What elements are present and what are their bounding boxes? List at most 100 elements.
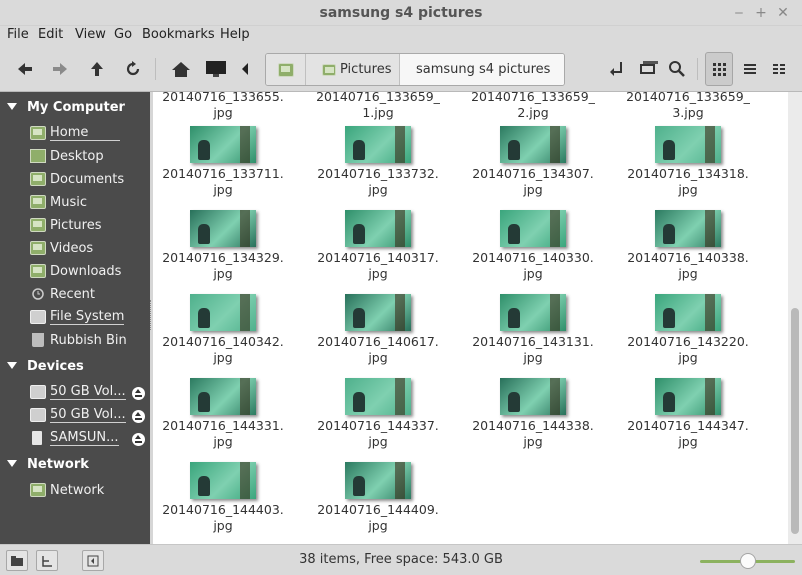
sidebar-item-volume-1[interactable]: 50 GB Vol... — [30, 382, 126, 402]
file-item[interactable]: 20140716_140317. jpg — [308, 210, 448, 282]
menu-bookmarks[interactable]: Bookmarks — [142, 27, 215, 42]
menu-file[interactable]: File — [7, 27, 29, 42]
home-button[interactable] — [168, 56, 194, 82]
pictures-folder-icon — [30, 218, 46, 232]
section-network[interactable]: Network — [7, 457, 89, 472]
photo-subject — [198, 140, 210, 160]
computer-button[interactable] — [203, 56, 229, 82]
eject-icon[interactable] — [132, 387, 145, 400]
menu-bar: File Edit View Go Bookmarks Help — [0, 26, 802, 46]
sidebar-item-file-system[interactable]: File System — [30, 307, 145, 327]
vertical-scrollbar[interactable] — [788, 92, 802, 544]
toolbar: Pictures samsung s4 pictures — [0, 46, 802, 92]
eject-icon[interactable] — [132, 410, 145, 423]
image-thumbnail — [190, 294, 256, 331]
minimize-icon[interactable]: ‒ — [730, 4, 748, 22]
sidebar-item-rubbish-bin[interactable]: Rubbish Bin — [30, 330, 145, 350]
file-item[interactable]: 20140716_133655. jpg — [153, 92, 293, 121]
file-item[interactable]: 20140716_143220. jpg — [618, 294, 758, 366]
up-button[interactable] — [84, 56, 110, 82]
file-item[interactable]: 20140716_144337. jpg — [308, 378, 448, 450]
documents-folder-icon — [30, 172, 46, 186]
file-item[interactable]: 20140716_143131. jpg — [463, 294, 603, 366]
file-item[interactable]: 20140716_144403. jpg — [153, 462, 293, 534]
photo-subject — [353, 140, 365, 160]
file-name: 20140716_144403. — [162, 502, 284, 517]
photo-subject — [508, 308, 520, 328]
drive-icon — [30, 385, 46, 399]
photo-subject — [508, 224, 520, 244]
menu-view[interactable]: View — [75, 27, 106, 42]
crumb-pictures[interactable]: Pictures — [306, 54, 400, 85]
forward-button[interactable] — [47, 56, 73, 82]
file-item[interactable]: 20140716_140342. jpg — [153, 294, 293, 366]
file-item[interactable]: 20140716_134318. jpg — [618, 126, 758, 198]
file-name: 20140716_140330. — [472, 250, 594, 265]
sidebar-item-network[interactable]: Network — [30, 480, 145, 500]
file-item[interactable]: 20140716_140330. jpg — [463, 210, 603, 282]
file-item[interactable]: 20140716_133659_ 2.jpg — [463, 92, 603, 121]
sidebar-item-documents[interactable]: Documents — [30, 169, 145, 189]
sidebar-item-downloads[interactable]: Downloads — [30, 261, 145, 281]
sidebar-item-samsung[interactable]: SAMSUN... — [30, 428, 125, 448]
file-item[interactable]: 20140716_133659_ 3.jpg — [618, 92, 758, 121]
file-name: 20140716_140338. — [627, 250, 749, 265]
sidebar-item-pictures[interactable]: Pictures — [30, 215, 145, 235]
crumb-current-label: samsung s4 pictures — [416, 62, 551, 77]
close-icon[interactable]: ✕ — [774, 4, 792, 22]
new-folder-button[interactable] — [636, 56, 662, 82]
arrow-up-icon — [91, 62, 103, 76]
menu-edit[interactable]: Edit — [38, 27, 63, 42]
drive-icon — [30, 310, 46, 324]
back-button[interactable] — [12, 56, 38, 82]
sidebar-item-volume-2[interactable]: 50 GB Vol... — [30, 405, 126, 425]
file-item[interactable]: 20140716_144331. jpg — [153, 378, 293, 450]
file-item[interactable]: 20140716_134329. jpg — [153, 210, 293, 282]
photo-kelp — [395, 294, 405, 331]
menu-go[interactable]: Go — [114, 27, 132, 42]
path-left-button[interactable] — [236, 56, 254, 82]
section-my-computer[interactable]: My Computer — [7, 100, 125, 115]
file-name: 20140716_133732. — [317, 166, 439, 181]
crumb-root[interactable] — [266, 54, 306, 85]
file-item[interactable]: 20140716_133732. jpg — [308, 126, 448, 198]
title-bar: samsung s4 pictures ‒ + ✕ — [0, 0, 802, 26]
file-name: 20140716_143220. — [627, 334, 749, 349]
image-thumbnail — [190, 126, 256, 163]
file-item[interactable]: 20140716_133659_ 1.jpg — [308, 92, 448, 121]
recent-icon — [30, 287, 46, 301]
compact-view-button[interactable] — [766, 56, 792, 82]
section-devices[interactable]: Devices — [7, 359, 84, 374]
file-item[interactable]: 20140716_144338. jpg — [463, 378, 603, 450]
file-item[interactable]: 20140716_134307. jpg — [463, 126, 603, 198]
photo-subject — [663, 140, 675, 160]
scrollbar-thumb[interactable] — [791, 308, 799, 534]
crumb-current[interactable]: samsung s4 pictures — [400, 54, 564, 85]
sidebar-item-recent[interactable]: Recent — [30, 284, 145, 304]
file-name: 20140716_134329. — [162, 250, 284, 265]
sidebar-item-home[interactable]: Home — [30, 123, 145, 143]
photo-kelp — [705, 210, 715, 247]
file-item[interactable]: 20140716_144347. jpg — [618, 378, 758, 450]
photo-subject — [353, 476, 365, 496]
sidebar-item-desktop[interactable]: Desktop — [30, 146, 145, 166]
file-item[interactable]: 20140716_140338. jpg — [618, 210, 758, 282]
eject-icon[interactable] — [132, 433, 145, 446]
zoom-slider-knob[interactable] — [740, 553, 756, 569]
icon-view-button[interactable] — [705, 52, 733, 86]
file-item[interactable]: 20140716_144409. jpg — [308, 462, 448, 534]
file-extension: jpg — [368, 518, 388, 533]
file-item[interactable]: 20140716_140617. jpg — [308, 294, 448, 366]
sidebar-item-music[interactable]: Music — [30, 192, 145, 212]
home-icon — [172, 62, 190, 77]
search-button[interactable] — [664, 56, 690, 82]
grid-icon — [713, 63, 726, 76]
menu-help[interactable]: Help — [220, 27, 250, 42]
sidebar-item-videos[interactable]: Videos — [30, 238, 145, 258]
reload-button[interactable] — [120, 56, 146, 82]
list-view-button[interactable] — [737, 56, 763, 82]
toggle-location-button[interactable] — [605, 56, 631, 82]
image-thumbnail — [345, 462, 411, 499]
maximize-icon[interactable]: + — [752, 4, 770, 22]
file-item[interactable]: 20140716_133711. jpg — [153, 126, 293, 198]
